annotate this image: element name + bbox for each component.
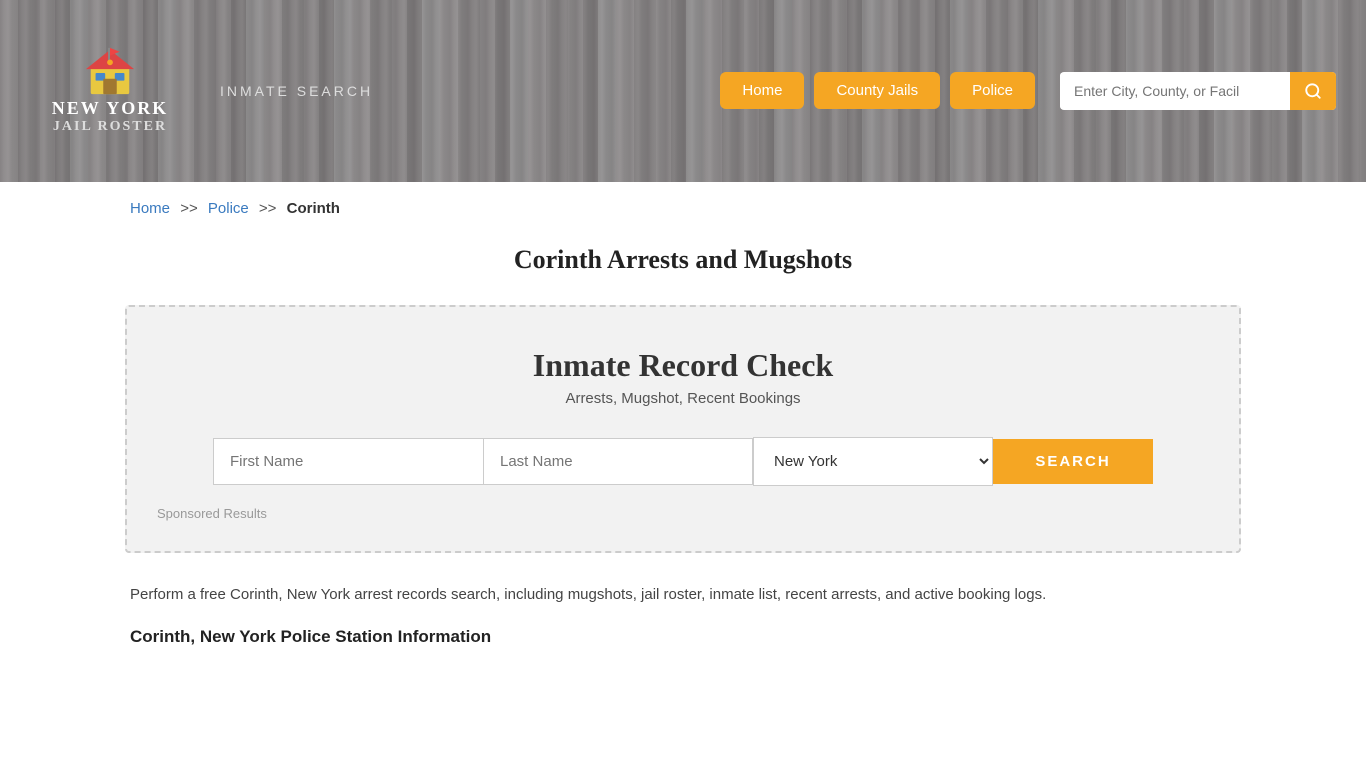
breadcrumb: Home >> Police >> Corinth (0, 182, 1366, 235)
record-check-box: Inmate Record Check Arrests, Mugshot, Re… (125, 305, 1241, 553)
sponsored-results-label: Sponsored Results (157, 506, 1209, 521)
breadcrumb-home-link[interactable]: Home (130, 200, 170, 217)
state-select[interactable]: AlabamaAlaskaArizonaArkansasCaliforniaCo… (753, 437, 993, 486)
breadcrumb-current: Corinth (287, 200, 340, 217)
nav-area: Home County Jails Police (720, 72, 1336, 110)
header-search-button[interactable] (1290, 72, 1336, 110)
description-text: Perform a free Corinth, New York arrest … (130, 583, 1236, 607)
header-search-bar (1060, 72, 1336, 110)
nav-home-button[interactable]: Home (720, 72, 804, 109)
logo-area: NEW YORK JAIL ROSTER (30, 46, 190, 136)
search-icon (1304, 82, 1322, 100)
inmate-search-label: INMATE SEARCH (220, 83, 373, 99)
breadcrumb-separator-2: >> (259, 200, 277, 217)
page-title: Corinth Arrests and Mugshots (0, 245, 1366, 275)
section-heading: Corinth, New York Police Station Informa… (130, 627, 1236, 647)
first-name-input[interactable] (213, 438, 483, 485)
logo-icon (81, 46, 139, 98)
inmate-search-form: AlabamaAlaskaArizonaArkansasCaliforniaCo… (157, 437, 1209, 486)
header-content: NEW YORK JAIL ROSTER INMATE SEARCH Home … (30, 46, 1336, 136)
breadcrumb-police-link[interactable]: Police (208, 200, 249, 217)
nav-police-button[interactable]: Police (950, 72, 1035, 109)
breadcrumb-separator-1: >> (180, 200, 198, 217)
main-content: Perform a free Corinth, New York arrest … (0, 553, 1366, 677)
logo-text: NEW YORK JAIL ROSTER (52, 98, 169, 136)
search-button[interactable]: SEARCH (993, 439, 1153, 484)
record-check-subtitle: Arrests, Mugshot, Recent Bookings (157, 390, 1209, 407)
record-check-title: Inmate Record Check (157, 347, 1209, 384)
nav-county-jails-button[interactable]: County Jails (814, 72, 940, 109)
header-search-input[interactable] (1060, 73, 1290, 109)
site-header: NEW YORK JAIL ROSTER INMATE SEARCH Home … (0, 0, 1366, 182)
last-name-input[interactable] (483, 438, 753, 485)
